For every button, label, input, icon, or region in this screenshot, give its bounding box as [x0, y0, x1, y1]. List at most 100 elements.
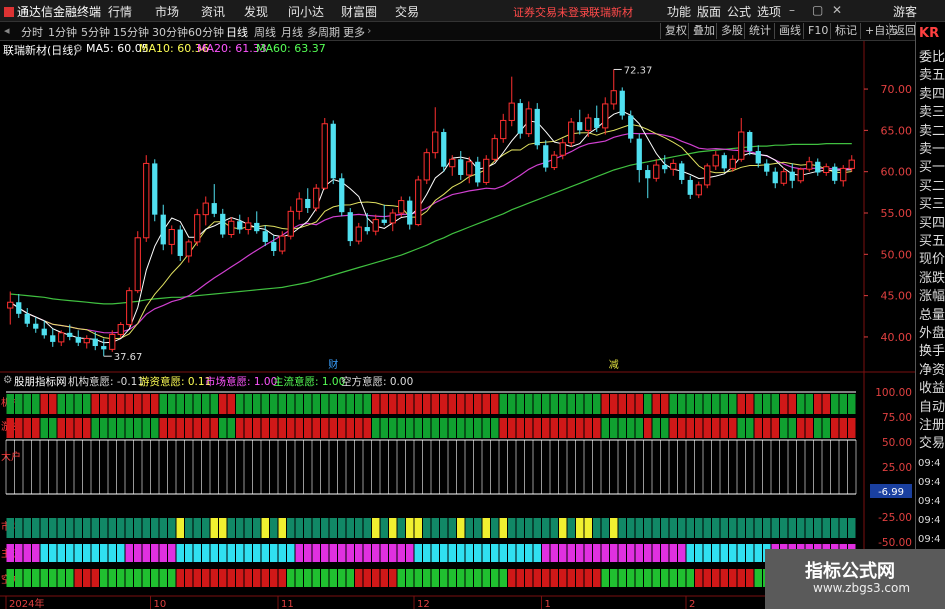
quote-label[interactable]: 注册 — [919, 416, 945, 435]
indicator-cell-youzi — [253, 418, 261, 438]
event-marker-jian: 减 — [609, 359, 619, 371]
indicator-cell-jigou — [474, 394, 482, 414]
indicator-cell-shichang — [448, 518, 456, 538]
indicator-cell-youzi — [74, 418, 82, 438]
indicator-cell-jigou — [389, 394, 397, 414]
candle-body — [372, 219, 379, 232]
indicator-cell-zhuliu — [244, 544, 252, 562]
indicator-cell-jigou — [499, 394, 507, 414]
indicator-cell-shichang — [363, 518, 371, 538]
indicator-cell-shichang — [57, 518, 65, 538]
indicator-cell-jigou — [584, 394, 592, 414]
indicator-cell-youzi — [805, 418, 813, 438]
indicator-cell-zhuliu — [525, 544, 533, 562]
indicator-cell-jigou — [601, 394, 609, 414]
candle-body — [543, 145, 549, 168]
indicator-cell-shichang — [91, 518, 99, 538]
indicator-cell-kongfang — [559, 569, 567, 587]
indicator-cell-shichang — [210, 518, 218, 538]
indicator-cell-youzi — [516, 418, 524, 438]
indicator-cell-jigou — [176, 394, 184, 414]
indicator-cell-kongfang — [644, 569, 652, 587]
indicator-cell-youzi — [797, 418, 805, 438]
indicator-cell-kongfang — [193, 569, 201, 587]
candle-body — [126, 290, 133, 326]
indicator-cell-zhuliu — [737, 544, 745, 562]
indicator-cell-shichang — [525, 518, 533, 538]
indicator-cell-kongfang — [176, 569, 184, 587]
indicator-cell-shichang — [550, 518, 558, 538]
indicator-cell-kongfang — [159, 569, 167, 587]
indicator-cell-zhuliu — [542, 544, 550, 562]
indicator-cell-kongfang — [278, 569, 286, 587]
candle-body — [228, 220, 235, 235]
indicator-cell-zhuliu — [661, 544, 669, 562]
indicator-cell-jigou — [431, 394, 439, 414]
indicator-cell-jigou — [763, 394, 771, 414]
indicator-cell-shichang — [380, 518, 388, 538]
indicator-cell-kongfang — [542, 569, 550, 587]
candle-body — [729, 158, 736, 169]
indicator-cell-kongfang — [601, 569, 609, 587]
indicator-cell-kongfang — [440, 569, 448, 587]
indicator-cell-zhuliu — [576, 544, 584, 562]
candle-body — [695, 184, 702, 196]
indicator-cell-kongfang — [338, 569, 346, 587]
candle-body — [160, 214, 166, 245]
indicator-cell-youzi — [219, 418, 227, 438]
indicator-cell-youzi — [49, 418, 57, 438]
candle-body — [305, 198, 311, 209]
indicator-cell-shichang — [431, 518, 439, 538]
indicator-cell-shichang — [32, 518, 40, 538]
candle-body — [339, 178, 345, 213]
candle-body — [780, 171, 787, 184]
indicator-cell-zhuliu — [423, 544, 431, 562]
indicator-cell-jigou — [448, 394, 456, 414]
indicator-cell-zhuliu — [202, 544, 210, 562]
indicator-cell-jigou — [780, 394, 788, 414]
indicator-cell-shichang — [729, 518, 737, 538]
indicator-cell-shichang — [533, 518, 541, 538]
indicator-cell-kongfang — [23, 569, 31, 587]
candle-body — [559, 142, 566, 156]
tick-time: 09:4 — [918, 534, 941, 545]
indicator-cell-zhuliu — [533, 544, 541, 562]
candle-body — [628, 115, 634, 139]
quote-label[interactable]: 自动 — [919, 398, 945, 417]
quote-label[interactable]: 交易 — [919, 434, 945, 453]
indicator-cell-kongfang — [661, 569, 669, 587]
indicator-tick-label: -25.00 — [878, 512, 912, 524]
candle-body — [687, 179, 693, 195]
indicator-cell-zhuliu — [236, 544, 244, 562]
indicator-cell-jigou — [610, 394, 618, 414]
indicator-cell-kongfang — [746, 569, 754, 587]
indicator-cell-jigou — [40, 394, 48, 414]
indicator-cell-zhuliu — [125, 544, 133, 562]
indicator-cell-zhuliu — [193, 544, 201, 562]
indicator-cell-youzi — [15, 418, 23, 438]
indicator-cell-youzi — [176, 418, 184, 438]
indicator-cell-shichang — [508, 518, 516, 538]
indicator-cell-kongfang — [202, 569, 210, 587]
quote-label: 买一 — [919, 160, 945, 176]
candle-body — [296, 198, 303, 212]
indicator-cell-youzi — [508, 418, 516, 438]
quote-label: 卖二 — [919, 123, 945, 139]
indicator-cell-kongfang — [100, 569, 108, 587]
quote-label: 涨幅 — [919, 289, 945, 305]
indicator-cell-youzi — [304, 418, 312, 438]
indicator-cell-zhuliu — [720, 544, 728, 562]
indicator-cell-jigou — [338, 394, 346, 414]
indicator-cell-jigou — [491, 394, 499, 414]
candle-body — [508, 102, 515, 121]
indicator-cell-jigou — [644, 394, 652, 414]
candle-body — [423, 152, 430, 181]
indicator-cell-shichang — [74, 518, 82, 538]
candle-body — [653, 164, 660, 179]
indicator-cell-youzi — [414, 418, 422, 438]
candle-body — [585, 117, 592, 131]
indicator-cell-jigou — [669, 394, 677, 414]
kline-chart[interactable]: 40.00 45.00 50.00 55.00 60.00 65.00 70.00 72.3… — [0, 0, 915, 609]
indicator-cell-jigou — [355, 394, 363, 414]
indicator-cell-youzi — [278, 418, 286, 438]
